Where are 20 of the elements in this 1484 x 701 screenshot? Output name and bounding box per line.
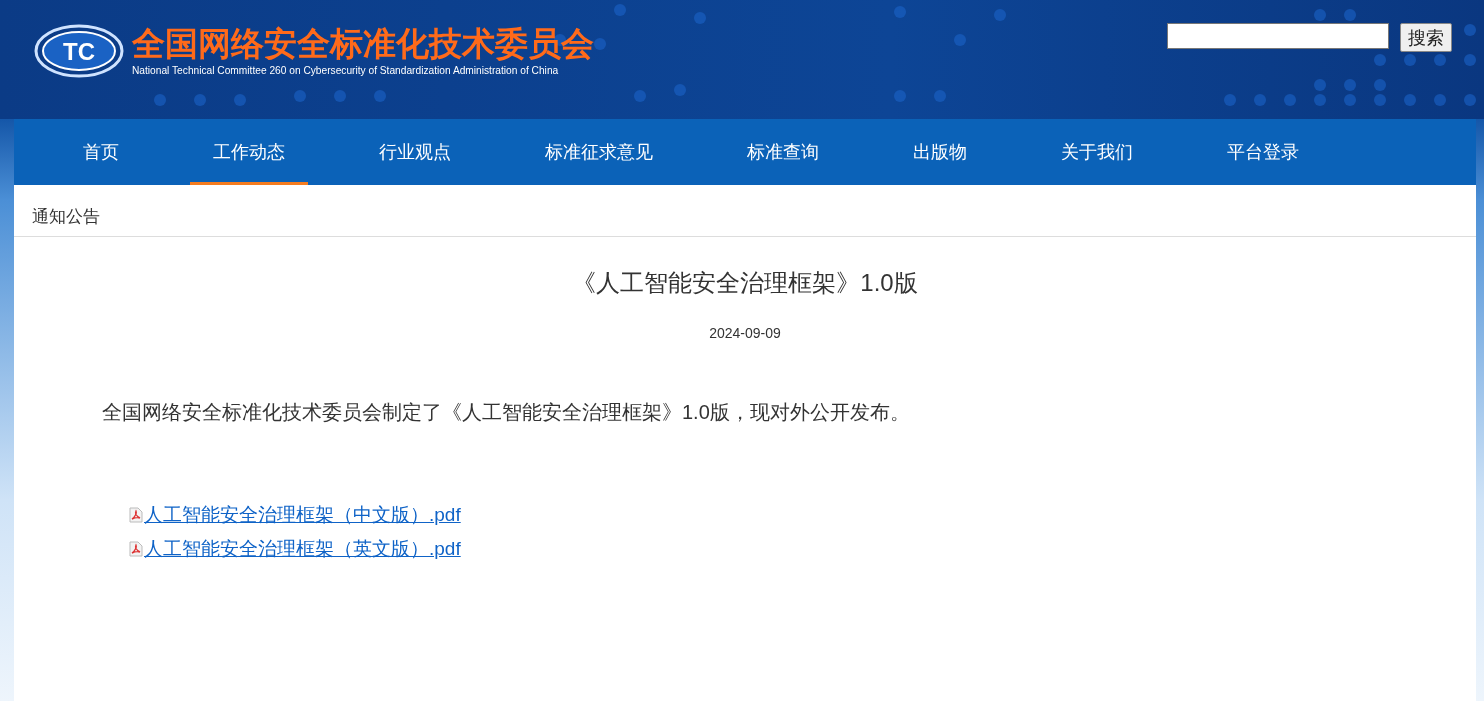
nav-tab[interactable]: 标准查询 <box>724 119 842 185</box>
search-button[interactable]: 搜索 <box>1400 23 1452 52</box>
attachment-link[interactable]: 人工智能安全治理框架（英文版）.pdf <box>144 536 461 562</box>
nav-tab[interactable]: 行业观点 <box>356 119 474 185</box>
nav-tab[interactable]: 平台登录 <box>1204 119 1322 185</box>
breadcrumb-label: 通知公告 <box>14 185 1476 237</box>
site-title: 全国网络安全标准化技术委员会 <box>132 26 594 62</box>
nav-tab[interactable]: 出版物 <box>890 119 990 185</box>
article-body: 全国网络安全标准化技术委员会制定了《人工智能安全治理框架》1.0版，现对外公开发布。 <box>102 400 911 425</box>
nav-tab[interactable]: 标准征求意见 <box>522 119 676 185</box>
article-date: 2024-09-09 <box>708 325 782 341</box>
nav-tab[interactable]: 关于我们 <box>1038 119 1156 185</box>
site-subtitle: National Technical Committee 260 on Cybersecurity of Standardization Administration of China <box>132 65 560 76</box>
logo-text: TC <box>63 38 95 65</box>
article-title: 《人工智能安全治理框架》1.0版 <box>571 268 919 298</box>
pdf-file-icon <box>128 507 144 523</box>
nav-tab[interactable]: 首页 <box>60 119 142 185</box>
search-field[interactable] <box>1167 23 1389 49</box>
attachment-link[interactable]: 人工智能安全治理框架（中文版）.pdf <box>144 502 461 528</box>
pdf-file-icon <box>128 541 144 557</box>
